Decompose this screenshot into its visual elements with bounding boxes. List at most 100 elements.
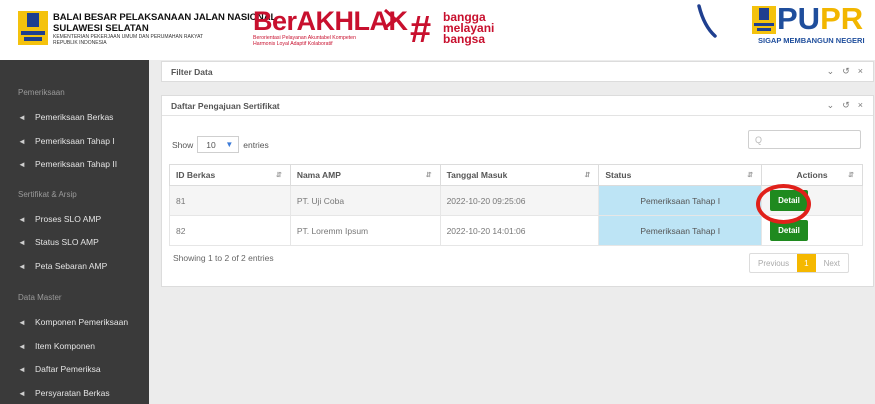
sidebar-item-status-slo[interactable]: ◄ Status SLO AMP [18,236,99,248]
pagination: Previous 1 Next [749,253,850,273]
entries-length-control: Show 10 ▼ entries [172,136,269,153]
cell-status: Pemeriksaan Tahap I [598,215,763,246]
entries-label: entries [243,139,269,150]
bangga-hash: # [410,9,432,51]
chevron-down-icon: ▼ [225,140,234,149]
org-line-2: SULAWESI SELATAN [53,22,149,34]
table-info: Showing 1 to 2 of 2 entries [173,253,274,263]
filter-card-tools: ⌄ ↺ × [827,66,863,77]
home-icon: ◄ [18,341,26,351]
sidebar-item-komponen-pemeriksaan[interactable]: ◄ Komponen Pemeriksaan [18,316,128,328]
column-header-nama[interactable]: Nama AMP ⇵ [289,164,441,186]
next-page-button[interactable]: Next [816,254,848,272]
pupr-tagline: SIGAP MEMBANGUN NEGERI [758,36,865,45]
cell-nama: PT. Loremm Ipsum [289,215,441,246]
search-input[interactable]: Q [748,130,861,149]
column-header-label: ID Berkas [176,170,216,180]
column-header-actions[interactable]: Actions ⇵ [761,164,863,186]
sidebar-item-item-komponen[interactable]: ◄ Item Komponen [18,340,95,352]
search-placeholder: Q [755,134,763,145]
home-icon: ◄ [18,237,26,247]
sidebar: Pemeriksaan ◄ Pemeriksaan Berkas ◄ Pemerik… [0,60,149,404]
cell-tanggal: 2022-10-20 09:25:06 [439,185,600,216]
org-line-1: BALAI BESAR PELAKSANAAN JALAN NASIONAL [53,12,277,23]
sort-icon: ⇵ [584,172,591,179]
close-icon[interactable]: × [858,100,863,111]
sidebar-item-label: Pemeriksaan Berkas [35,112,114,122]
home-icon: ◄ [18,261,26,271]
sidebar-item-pemeriksaan-tahap-1[interactable]: ◄ Pemeriksaan Tahap I [18,135,115,147]
bangga-word-3: bangsa [443,32,486,46]
header: BALAI BESAR PELAKSANAAN JALAN NASIONAL S… [0,0,875,60]
column-header-label: Tanggal Masuk [446,170,508,180]
home-icon: ◄ [18,136,26,146]
entries-select[interactable]: 10 ▼ [197,136,240,153]
show-label: Show [172,139,194,150]
cell-actions: Detail [761,215,863,246]
cell-actions: Detail [761,185,863,216]
refresh-icon[interactable]: ↺ [842,66,850,77]
detail-button[interactable]: Detail [770,220,808,241]
sidebar-section-sertifikat: Sertifikat & Arsip [18,190,77,199]
sort-icon: ⇵ [848,172,854,179]
chevron-down-icon[interactable]: ⌄ [827,100,835,111]
filter-data-card: Filter Data ⌄ ↺ × [161,61,874,82]
organization-name: BALAI BESAR PELAKSANAAN JALAN NASIONAL S… [53,13,276,46]
home-icon: ◄ [18,317,26,327]
chevron-down-icon[interactable]: ⌄ [827,66,835,77]
detail-button[interactable]: Detail [770,190,808,211]
table-row: 81 PT. Uji Coba 2022-10-20 09:25:06 Peme… [169,185,863,216]
filter-data-title: Filter Data [171,67,213,77]
sidebar-item-daftar-pemeriksa[interactable]: ◄ Daftar Pemeriksa [18,363,101,375]
sidebar-item-label: Pemeriksaan Tahap I [35,136,115,146]
home-icon: ◄ [18,388,26,398]
sidebar-item-peta-sebaran[interactable]: ◄ Peta Sebaran AMP [18,260,107,272]
home-icon: ◄ [18,112,26,122]
pupr-logo-pr: PR [820,1,864,36]
sidebar-item-label: Proses SLO AMP [35,214,102,224]
daftar-pengajuan-card: Daftar Pengajuan Sertifikat ⌄ ↺ × Show 1… [161,95,874,287]
decorative-slash-icon [697,4,717,38]
pupr-logo-pu: PU [777,1,821,36]
cell-id: 82 [169,215,291,246]
sort-icon: ⇵ [747,172,754,179]
home-icon: ◄ [18,159,26,169]
pupr-logo: PUPR [777,3,863,34]
column-header-tanggal[interactable]: Tanggal Masuk ⇵ [439,164,600,186]
sidebar-item-persyaratan-berkas[interactable]: ◄ Persyaratan Berkas [18,387,110,399]
sidebar-item-pemeriksaan-tahap-2[interactable]: ◄ Pemeriksaan Tahap II [18,158,117,170]
home-icon: ◄ [18,214,26,224]
pengajuan-table: ID Berkas ⇵ Nama AMP ⇵ Tanggal Masuk ⇵ Stat… [169,164,863,246]
sidebar-section-data-master: Data Master [18,293,62,302]
cell-id: 81 [169,185,291,216]
sidebar-section-pemeriksaan: Pemeriksaan [18,88,65,97]
sort-icon: ⇵ [425,172,432,179]
pupr-emblem-icon [752,6,776,34]
berakhlak-sub-2: Harmonis Loyal Adaptif Kolaboratif [253,41,333,48]
sidebar-item-label: Daftar Pemeriksa [35,364,101,374]
sidebar-item-pemeriksaan-berkas[interactable]: ◄ Pemeriksaan Berkas [18,111,113,123]
home-icon: ◄ [18,364,26,374]
sidebar-item-label: Persyaratan Berkas [35,388,110,398]
column-header-label: Status [605,170,632,180]
sidebar-item-label: Item Komponen [35,341,96,351]
entries-value: 10 [206,139,216,150]
page-1-button[interactable]: 1 [797,254,816,272]
chevron-decor-icon [383,8,397,30]
sidebar-item-proses-slo[interactable]: ◄ Proses SLO AMP [18,213,101,225]
refresh-icon[interactable]: ↺ [842,100,850,111]
sidebar-item-label: Status SLO AMP [35,237,99,247]
column-header-status[interactable]: Status ⇵ [598,164,763,186]
column-header-id[interactable]: ID Berkas ⇵ [169,164,291,186]
cell-tanggal: 2022-10-20 14:01:06 [439,215,600,246]
cell-status: Pemeriksaan Tahap I [598,185,763,216]
sidebar-item-label: Pemeriksaan Tahap II [35,159,118,169]
sidebar-item-label: Peta Sebaran AMP [35,261,108,271]
cell-nama: PT. Uji Coba [289,185,441,216]
previous-page-button[interactable]: Previous [750,254,797,272]
org-line-4: REPUBLIK INDONESIA [53,40,107,46]
column-header-label: Actions [796,170,828,180]
sort-icon: ⇵ [275,172,282,179]
daftar-pengajuan-title: Daftar Pengajuan Sertifikat [162,96,873,116]
close-icon[interactable]: × [858,66,863,77]
